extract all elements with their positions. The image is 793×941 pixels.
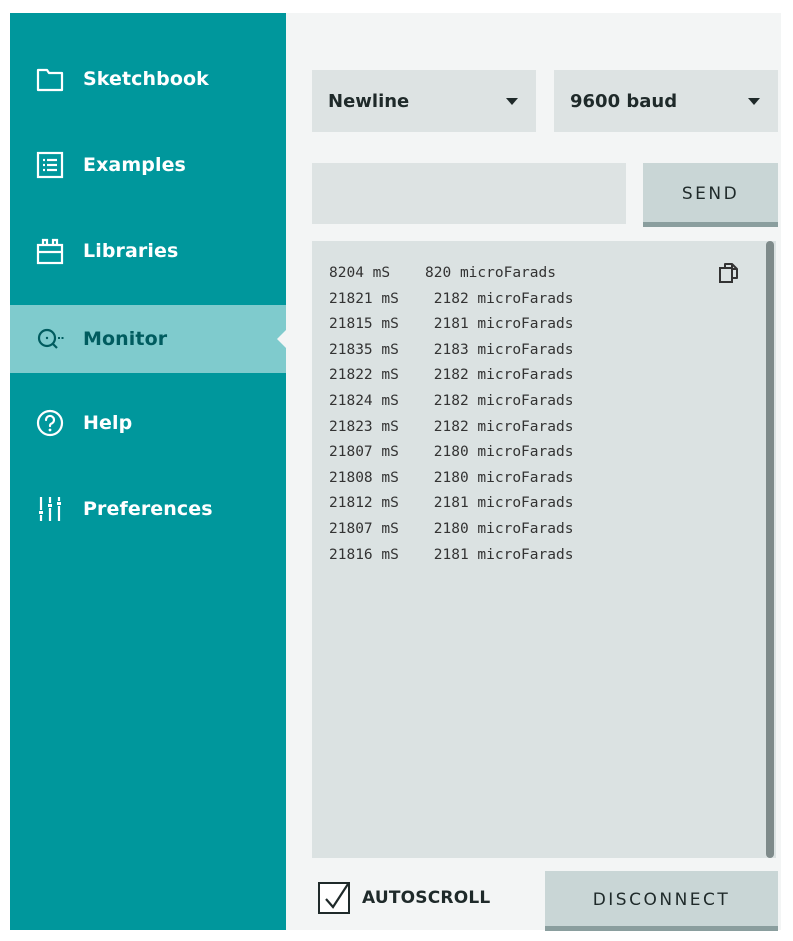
scrollbar-thumb[interactable] bbox=[766, 241, 774, 858]
library-icon bbox=[34, 235, 66, 267]
line-ending-value: Newline bbox=[328, 90, 410, 112]
sidebar-item-label: Monitor bbox=[83, 328, 168, 350]
copy-icon[interactable] bbox=[717, 261, 741, 285]
chevron-down-icon bbox=[506, 98, 518, 105]
monitor-panel: Newline 9600 baud SEND 8204 mS 820 micro… bbox=[286, 13, 781, 931]
sidebar-item-label: Libraries bbox=[83, 240, 179, 262]
output-line: 21812 mS 2181 microFarads bbox=[329, 495, 574, 512]
sidebar-item-label: Sketchbook bbox=[83, 68, 209, 90]
sidebar-item-examples[interactable]: Examples bbox=[10, 131, 286, 199]
checkmark-icon bbox=[325, 884, 349, 909]
baud-rate-value: 9600 baud bbox=[570, 90, 678, 112]
preferences-icon bbox=[34, 493, 66, 525]
sidebar-item-label: Preferences bbox=[83, 498, 213, 520]
chevron-down-icon bbox=[748, 98, 760, 105]
sidebar-item-libraries[interactable]: Libraries bbox=[10, 217, 286, 285]
autoscroll-label: AUTOSCROLL bbox=[362, 888, 491, 908]
autoscroll-checkbox[interactable] bbox=[318, 882, 350, 914]
output-line: 21824 mS 2182 microFarads bbox=[329, 392, 574, 409]
send-button[interactable]: SEND bbox=[643, 163, 778, 227]
output-line: 21835 mS 2183 microFarads bbox=[329, 341, 574, 358]
serial-output: 8204 mS 820 microFarads 21821 mS 2182 mic… bbox=[312, 241, 776, 858]
help-icon bbox=[34, 407, 66, 439]
output-line: 21807 mS 2180 microFarads bbox=[329, 444, 574, 461]
output-line: 21807 mS 2180 microFarads bbox=[329, 520, 574, 537]
serial-input[interactable] bbox=[312, 163, 626, 224]
sidebar-item-sketchbook[interactable]: Sketchbook bbox=[10, 45, 286, 113]
output-line: 21821 mS 2182 microFarads bbox=[329, 290, 574, 307]
disconnect-button[interactable]: DISCONNECT bbox=[545, 871, 778, 931]
list-icon bbox=[34, 149, 66, 181]
sidebar-item-help[interactable]: Help bbox=[10, 389, 286, 457]
output-line: 21816 mS 2181 microFarads bbox=[329, 546, 574, 563]
baud-rate-select[interactable]: 9600 baud bbox=[554, 70, 778, 132]
sidebar-item-preferences[interactable]: Preferences bbox=[10, 475, 286, 543]
sidebar: Sketchbook Examples Libraries Monitor He… bbox=[10, 13, 286, 930]
sidebar-item-monitor[interactable]: Monitor bbox=[10, 305, 286, 373]
line-ending-select[interactable]: Newline bbox=[312, 70, 536, 132]
sidebar-item-label: Help bbox=[83, 412, 133, 434]
output-line: 21822 mS 2182 microFarads bbox=[329, 367, 574, 384]
autoscroll-toggle[interactable]: AUTOSCROLL bbox=[318, 878, 490, 918]
output-line: 21823 mS 2182 microFarads bbox=[329, 418, 574, 435]
monitor-icon bbox=[34, 323, 66, 355]
output-lines: 8204 mS 820 microFarads 21821 mS 2182 mic… bbox=[329, 261, 776, 568]
output-line: 21808 mS 2180 microFarads bbox=[329, 469, 574, 486]
output-scrollbar[interactable] bbox=[766, 241, 776, 858]
sidebar-item-label: Examples bbox=[83, 154, 186, 176]
output-line: 8204 mS 820 microFarads bbox=[329, 265, 556, 281]
output-line: 21815 mS 2181 microFarads bbox=[329, 316, 574, 333]
app-window: Sketchbook Examples Libraries Monitor He… bbox=[10, 13, 781, 931]
folder-icon bbox=[34, 63, 66, 95]
